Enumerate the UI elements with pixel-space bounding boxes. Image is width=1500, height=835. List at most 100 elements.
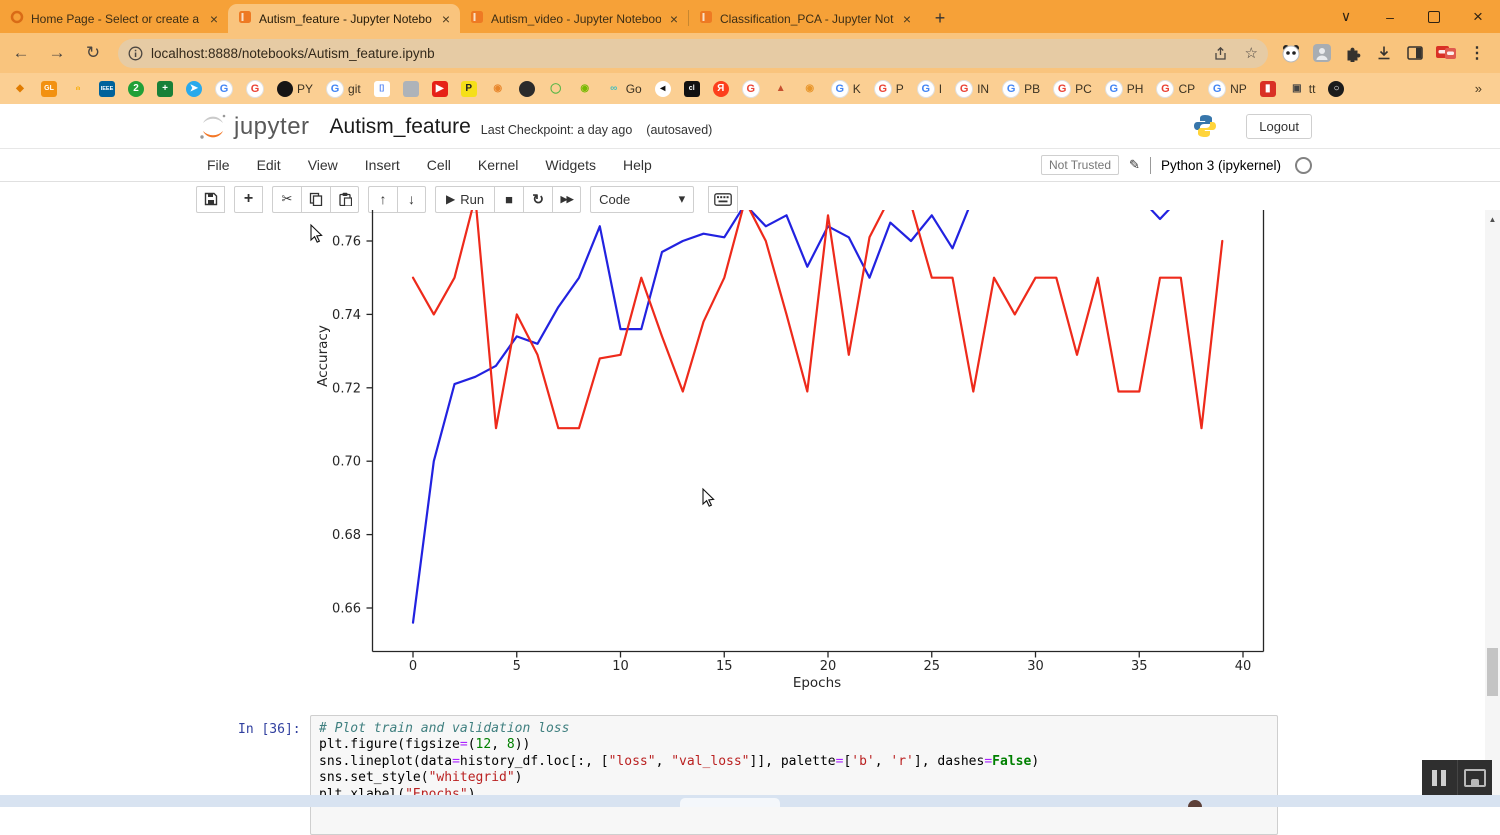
bookmark-item[interactable]: 2 [128,81,144,97]
scrollbar-thumb[interactable] [1487,648,1498,696]
browser-tab[interactable]: Autism_feature - Jupyter Notebo× [228,4,460,33]
tab-search-chevron-icon[interactable]: ∨ [1324,0,1368,33]
browser-tab[interactable]: Home Page - Select or create a n× [0,4,228,33]
code-input-area[interactable]: # Plot train and validation lossplt.figu… [310,715,1278,835]
bookmark-item[interactable]: ○ [1328,81,1344,97]
taskbar-search-peek[interactable] [680,798,780,807]
forward-icon[interactable]: → [42,38,72,68]
profile-icon[interactable] [1311,42,1333,64]
back-icon[interactable]: ← [6,38,36,68]
bookmark-item[interactable]: ▮ [1260,81,1276,97]
interrupt-kernel-icon[interactable]: ■ [494,186,523,213]
run-cell-button[interactable]: ▶Run [435,186,494,213]
bookmark-star-icon[interactable]: ☆ [1245,44,1258,62]
bookmark-item[interactable]: ◉ [490,81,506,97]
page-scrollbar[interactable]: ▲ [1485,210,1500,795]
kernel-name[interactable]: Python 3 (ipykernel) [1161,158,1281,173]
logout-button[interactable]: Logout [1246,114,1312,139]
menu-file[interactable]: File [207,157,230,173]
bookmark-item[interactable]: Я [713,81,729,97]
bookmark-item[interactable] [403,81,419,97]
bookmark-item[interactable]: GCP [1156,80,1195,98]
bookmark-item[interactable]: P [461,81,477,97]
bookmark-item[interactable]: cl [684,81,700,97]
command-palette-keyboard-icon[interactable] [708,186,738,213]
move-cell-down-icon[interactable]: ↓ [397,186,426,213]
reload-icon[interactable]: ↻ [78,38,108,68]
bookmark-item[interactable]: G [246,80,264,98]
bookmark-item[interactable]: GK [831,80,861,98]
trust-status-button[interactable]: Not Trusted [1041,155,1119,175]
cell-type-select[interactable]: Code▾ [590,186,694,213]
share-icon[interactable] [1213,46,1229,61]
url-text[interactable]: localhost:8888/notebooks/Autism_feature.… [151,46,1213,61]
bookmark-item[interactable]: ◂ [655,81,671,97]
bookmark-item[interactable]: GPB [1002,80,1040,98]
bookmark-item[interactable]: G [215,80,233,98]
menu-widgets[interactable]: Widgets [545,157,596,173]
extensions-puzzle-icon[interactable] [1342,42,1364,64]
bookmarks-overflow-chevron[interactable]: » [1475,81,1482,96]
bookmark-item[interactable]: GI [917,80,942,98]
tab-close-icon[interactable]: × [901,11,913,27]
menu-insert[interactable]: Insert [365,157,400,173]
bookmark-item[interactable]: [] [374,81,390,97]
downloads-icon[interactable] [1373,42,1395,64]
panda-icon[interactable] [1280,42,1302,64]
close-icon[interactable]: × [1456,0,1500,33]
tab-close-icon[interactable]: × [208,11,220,27]
bookmark-item[interactable]: ∞Go [606,81,642,97]
bookmark-item[interactable]: ▶ [432,81,448,97]
extension-badge-icon[interactable] [1435,42,1457,64]
bookmark-item[interactable]: + [157,81,173,97]
bookmark-item[interactable]: PY [277,81,313,97]
bookmark-item[interactable]: GP [874,80,904,98]
menu-help[interactable]: Help [623,157,652,173]
picture-in-picture-button[interactable] [1457,760,1493,796]
bookmark-item[interactable]: Ggit [326,80,361,98]
cut-cell-icon[interactable]: ✂ [272,186,301,213]
restart-kernel-icon[interactable]: ↻ [523,186,552,213]
restart-run-all-icon[interactable]: ▶▶ [552,186,581,213]
paste-cell-icon[interactable] [330,186,359,213]
bookmark-item[interactable]: GNP [1208,80,1247,98]
new-tab-button[interactable]: + [927,5,953,31]
bookmark-item[interactable]: ▲ [773,81,789,97]
menu-view[interactable]: View [308,157,338,173]
browser-tab[interactable]: Classification_PCA - Jupyter Not× [689,4,921,33]
bookmark-item[interactable] [519,81,535,97]
jupyter-logo[interactable]: jupyter [198,112,310,142]
bookmark-item[interactable]: IEEE [99,81,115,97]
minimize-icon[interactable]: – [1368,0,1412,33]
bookmark-item[interactable]: GPC [1053,80,1092,98]
pause-button[interactable] [1422,760,1457,796]
address-bar[interactable]: localhost:8888/notebooks/Autism_feature.… [118,39,1268,68]
tab-close-icon[interactable]: × [440,11,452,27]
bookmark-item[interactable]: ▣tt [1289,81,1316,97]
menu-edit[interactable]: Edit [257,157,281,173]
menu-kernel[interactable]: Kernel [478,157,518,173]
bookmark-item[interactable]: GL [41,81,57,97]
save-icon[interactable] [196,186,225,213]
bookmark-item[interactable]: ◯ [548,81,564,97]
copy-cell-icon[interactable] [301,186,330,213]
bookmark-item[interactable]: GIN [955,80,989,98]
bookmark-item[interactable]: ◆ [12,81,28,97]
menu-cell[interactable]: Cell [427,157,451,173]
bookmark-item[interactable]: G [742,80,760,98]
bookmark-item[interactable]: GPH [1105,80,1144,98]
bookmark-item[interactable]: ◉ [577,81,593,97]
add-cell-icon[interactable]: + [234,186,263,213]
browser-tab[interactable]: Autism_video - Jupyter Noteboo× [460,4,688,33]
browser-menu-dots-icon[interactable]: ⋮ [1466,42,1488,64]
bookmark-item[interactable]: ılı [70,81,86,97]
side-panel-icon[interactable] [1404,42,1426,64]
bookmark-item[interactable]: ➤ [186,81,202,97]
move-cell-up-icon[interactable]: ↑ [368,186,397,213]
scrollbar-up-arrow-icon[interactable]: ▲ [1485,212,1500,226]
restore-icon[interactable] [1412,0,1456,33]
tab-close-icon[interactable]: × [668,11,680,27]
notebook-title[interactable]: Autism_feature [330,115,471,139]
site-info-icon[interactable] [128,46,143,61]
bookmark-item[interactable]: ◉ [802,81,818,97]
